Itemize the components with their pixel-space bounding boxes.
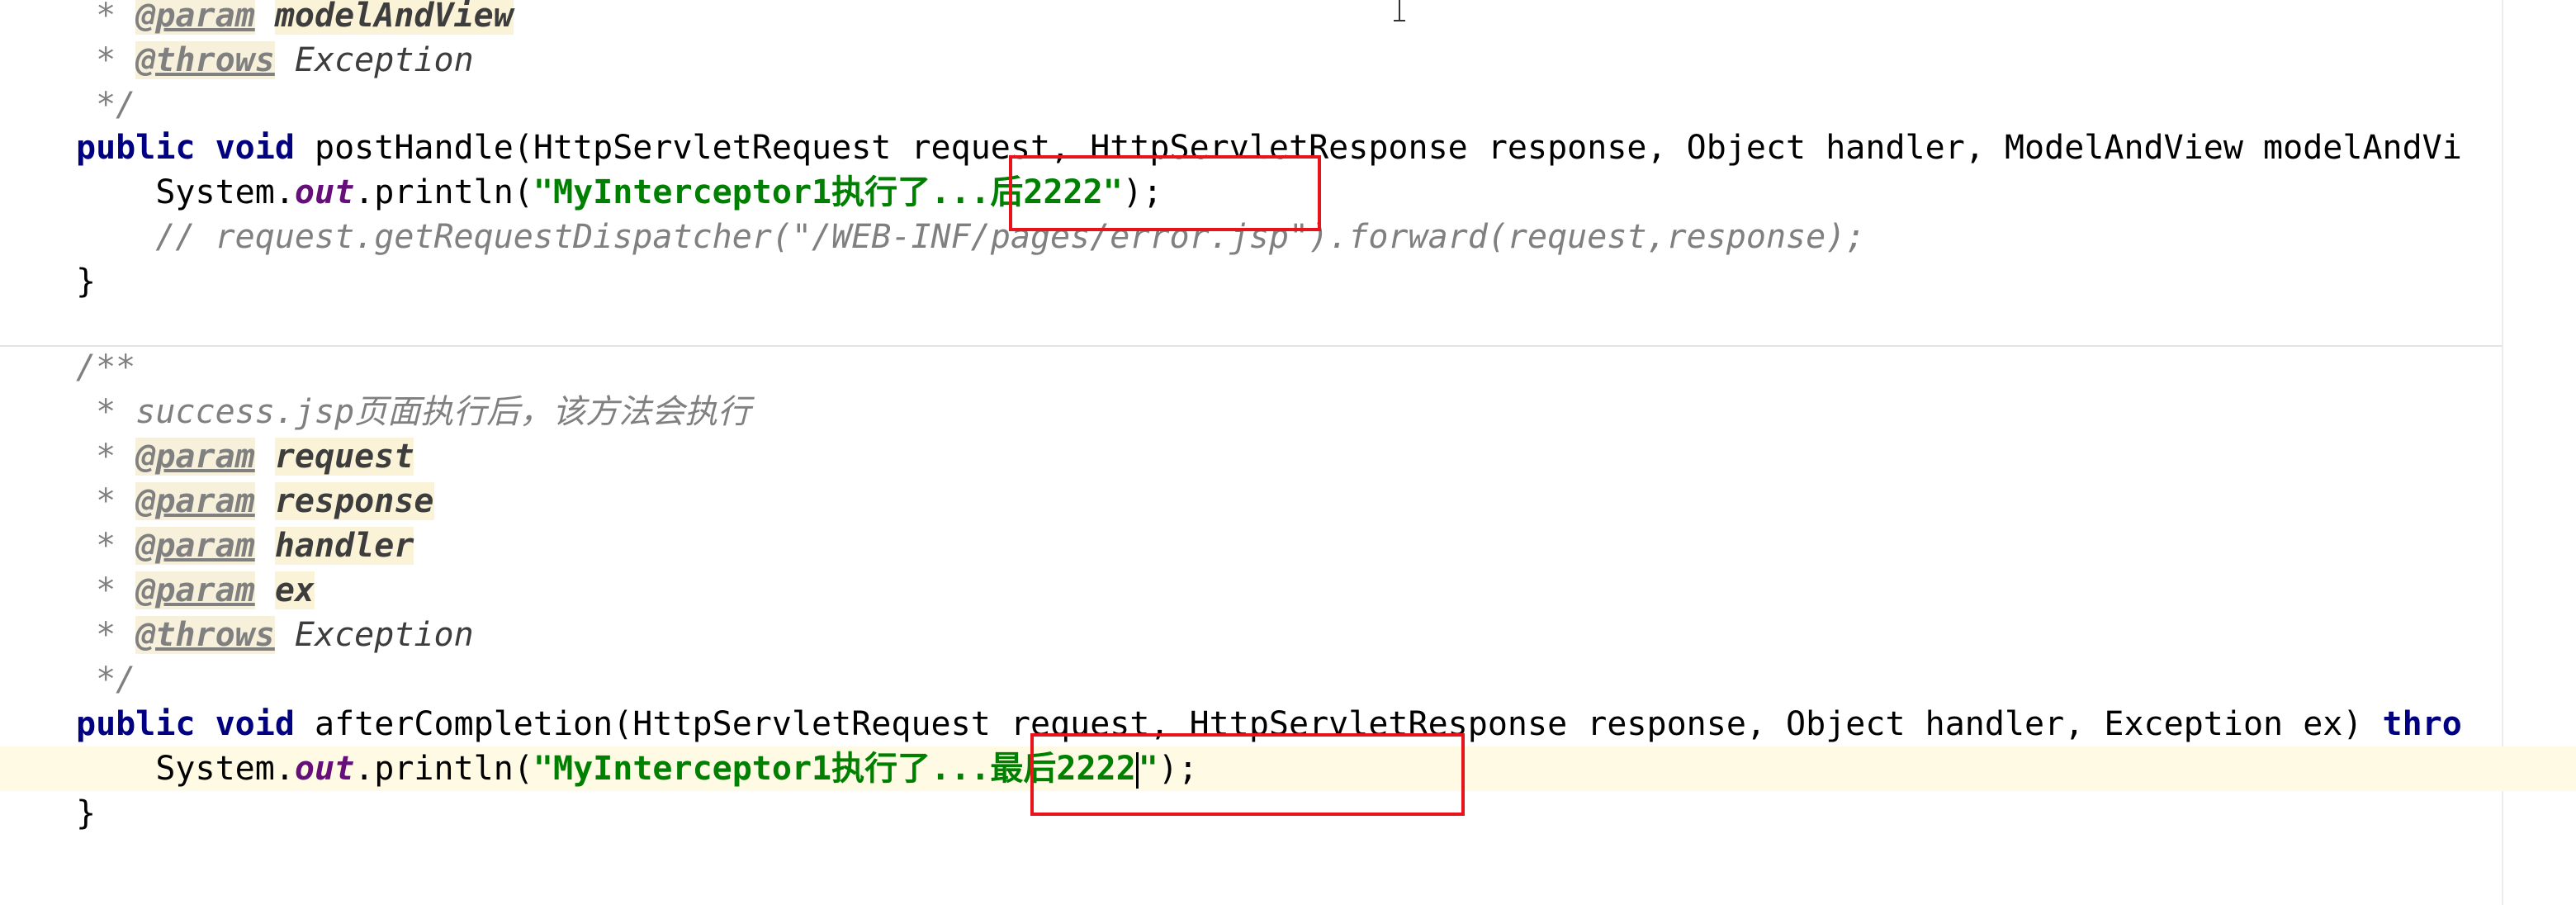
- doc-prefix: *: [76, 527, 136, 565]
- code-text: System.: [76, 750, 295, 788]
- code-text: System.: [76, 173, 295, 211]
- javadoc-text: Exception: [274, 616, 474, 654]
- javadoc-param-name: modelAndView: [274, 0, 514, 35]
- static-field: out: [294, 750, 355, 788]
- code-line[interactable]: * @param handler: [0, 524, 2576, 568]
- doc-end: */: [76, 661, 136, 699]
- keyword: public void: [76, 705, 295, 743]
- doc-prefix: *: [76, 438, 136, 476]
- javadoc-tag: @param: [135, 482, 255, 520]
- javadoc-description: success.jsp页面执行后，该方法会执行: [135, 393, 751, 431]
- javadoc-param-name: ex: [274, 571, 315, 609]
- code-line[interactable]: * @param response: [0, 479, 2576, 524]
- code-line[interactable]: * @param ex: [0, 568, 2576, 613]
- javadoc-text: Exception: [274, 41, 474, 79]
- code-editor[interactable]: * @param modelAndView * @throws Exceptio…: [0, 0, 2576, 905]
- code-line[interactable]: */: [0, 83, 2576, 127]
- doc-start: /**: [76, 348, 136, 386]
- keyword: public void: [76, 129, 295, 167]
- code-line[interactable]: /**: [0, 345, 2576, 390]
- javadoc-tag: @throws: [135, 41, 275, 79]
- doc-prefix: *: [76, 393, 136, 431]
- code-line[interactable]: * @param request: [0, 434, 2576, 479]
- doc-prefix: *: [76, 482, 136, 520]
- keyword: thro: [2382, 705, 2462, 743]
- javadoc-param-name: response: [274, 482, 434, 520]
- doc-prefix: *: [76, 571, 136, 609]
- annotation-box: [1030, 733, 1465, 816]
- code-line[interactable]: * @param modelAndView: [0, 0, 2576, 38]
- doc-prefix: *: [76, 0, 136, 35]
- javadoc-param-name: handler: [274, 527, 414, 565]
- code-line[interactable]: */: [0, 657, 2576, 702]
- line-comment: // request.getRequestDispatcher("/WEB-IN…: [76, 218, 1866, 256]
- static-field: out: [294, 173, 355, 211]
- method-signature: postHandle(HttpServletRequest request, H…: [294, 129, 2462, 167]
- code-text: .println(: [354, 173, 533, 211]
- javadoc-tag: @throws: [135, 616, 275, 654]
- doc-prefix: *: [76, 41, 136, 79]
- javadoc-param-name: request: [274, 438, 414, 476]
- code-line[interactable]: * @throws Exception: [0, 613, 2576, 657]
- annotation-box: [1009, 155, 1321, 231]
- javadoc-tag: @param: [135, 527, 255, 565]
- code-line[interactable]: * @throws Exception: [0, 38, 2576, 83]
- javadoc-tag: @param: [135, 438, 255, 476]
- code-line[interactable]: }: [0, 259, 2576, 304]
- code-line[interactable]: * success.jsp页面执行后，该方法会执行: [0, 390, 2576, 434]
- code-text: .println(: [354, 750, 533, 788]
- javadoc-tag: @param: [135, 0, 255, 35]
- javadoc-tag: @param: [135, 571, 255, 609]
- doc-prefix: *: [76, 616, 136, 654]
- closing-brace: }: [76, 263, 97, 301]
- doc-end: */: [76, 86, 136, 124]
- closing-brace: }: [76, 794, 97, 832]
